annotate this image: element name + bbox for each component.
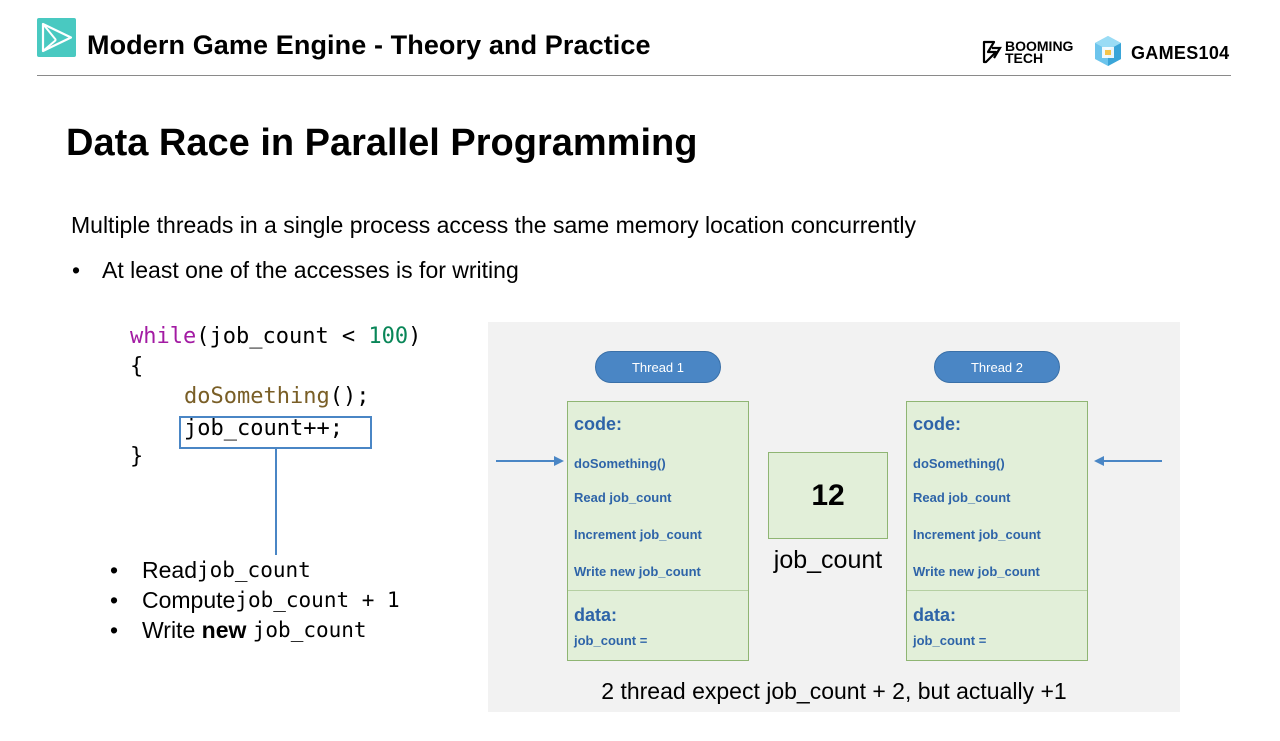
thread2-box: code: doSomething() Read job_count Incre… [906,401,1088,661]
step-code: job_count [196,558,311,582]
intro-text: Multiple threads in a single process acc… [71,212,916,238]
code-line: Read job_count [574,490,672,505]
step-list: • Read job_count • Compute job_count + 1… [110,555,400,645]
increment-highlight-box [179,416,372,449]
step-text: Read [142,556,197,583]
step-read: • Read job_count [110,555,400,585]
bullet-text: At least one of the accesses is for writ… [102,257,519,283]
header-divider [37,75,1231,76]
booming-tech-logo: BOOMING TECH [982,36,1073,68]
cube-icon [1093,34,1123,73]
function-name: doSomething [184,384,330,409]
header-title: Modern Game Engine - Theory and Practice [87,30,651,60]
bullet-item: • At least one of the accesses is for wr… [72,257,519,284]
games104-logo: GAMES104 [1093,34,1229,73]
code-line: Write new job_count [574,564,701,579]
arrow-left-icon [1094,456,1162,466]
code-number: 100 [368,324,409,349]
code-call-parens: (); [329,384,370,409]
data-line: job_count = [574,633,648,648]
code-line-call: doSomething(); [184,382,369,412]
code-paren: ) [408,324,422,349]
step-code: job_count + 1 [235,588,400,612]
code-condition: (job_count < [196,324,369,349]
connector-line [275,449,277,555]
step-text: Compute [142,586,236,613]
bullet-marker: • [110,586,119,613]
code-header: code: [574,414,623,434]
data-line: job_count = [913,633,987,648]
code-line-open-brace: { [130,354,144,379]
booming-tech-icon [982,40,1002,64]
code-header: code: [913,414,962,434]
code-line: Read job_count [913,490,1011,505]
data-header: data: [913,605,957,625]
code-line: Increment job_count [913,527,1041,542]
thread-diagram: Thread 1 Thread 2 code: doSomething() Re… [488,322,1180,712]
games104-play-icon [37,18,76,57]
data-header: data: [574,605,618,625]
box-divider [568,590,748,591]
code-line-close-brace: } [130,444,144,469]
code-line: doSomething() [574,456,666,471]
code-line-while: while(job_count < 100) [130,322,421,352]
code-line: Increment job_count [574,527,702,542]
box-divider [907,590,1087,591]
thread2-pill: Thread 2 [934,351,1060,383]
games104-text: GAMES104 [1131,43,1230,63]
step-bold: new [201,616,247,643]
bullet-marker: • [72,257,81,283]
bullet-marker: • [110,556,119,583]
diagram-caption: 2 thread expect job_count + 2, but actua… [601,678,1067,704]
step-code: job_count [252,618,367,642]
bullet-marker: • [110,616,119,643]
slide-title: Data Race in Parallel Programming [66,122,698,164]
shared-value-label: job_count [773,546,883,574]
code-line: doSomething() [913,456,1005,471]
arrow-right-icon [496,456,564,466]
step-write: • Write new job_count [110,615,400,645]
thread1-pill: Thread 1 [595,351,721,383]
shared-value-box: 12 [768,452,888,539]
code-line: Write new job_count [913,564,1040,579]
keyword-while: while [130,324,197,349]
thread1-box: code: doSomething() Read job_count Incre… [567,401,749,661]
step-text: Write [142,616,196,643]
step-compute: • Compute job_count + 1 [110,585,400,615]
